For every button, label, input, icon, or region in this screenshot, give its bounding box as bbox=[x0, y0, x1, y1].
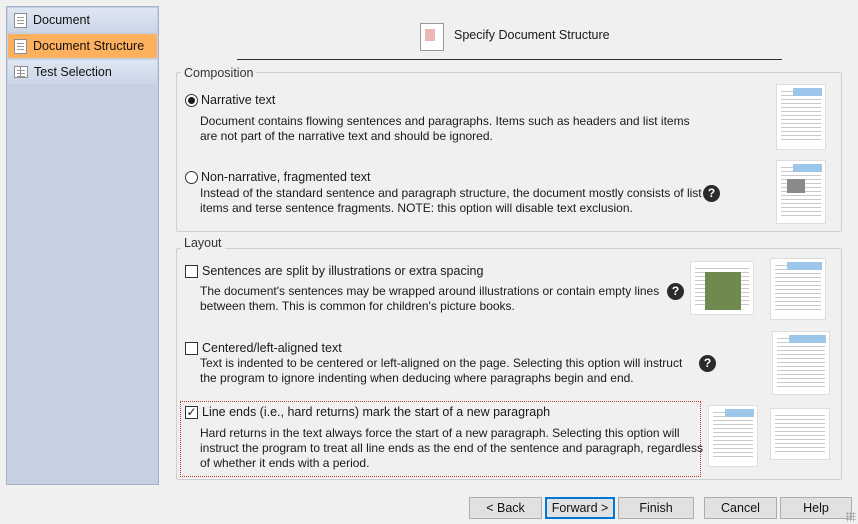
sentences-split-option[interactable]: Sentences are split by illustrations or … bbox=[185, 264, 483, 278]
description-line: the program to ignore indenting when ded… bbox=[200, 371, 634, 385]
narrative-text-description: Document contains flowing sentences and … bbox=[200, 114, 690, 144]
centered-text-label: Centered/left-aligned text bbox=[202, 341, 342, 355]
sidebar-item-test-selection[interactable]: Test Selection bbox=[8, 60, 157, 84]
non-narrative-radio[interactable] bbox=[185, 170, 198, 184]
sentences-split-checkbox[interactable] bbox=[185, 264, 198, 278]
description-line: Document contains flowing sentences and … bbox=[200, 114, 690, 128]
highlight bbox=[725, 409, 754, 417]
cancel-button[interactable]: Cancel bbox=[704, 497, 777, 519]
sidebar-item-label: Test Selection bbox=[34, 65, 112, 79]
centered-text-checkbox[interactable] bbox=[185, 341, 198, 355]
finish-button[interactable]: Finish bbox=[618, 497, 694, 519]
layout-label: Layout bbox=[181, 236, 225, 250]
description-line: The document's sentences may be wrapped … bbox=[200, 284, 660, 298]
line-ends-label: Line ends (i.e., hard returns) mark the … bbox=[202, 405, 551, 419]
description-line: instruct the program to treat all line e… bbox=[200, 441, 703, 455]
line-ends-preview-b bbox=[770, 408, 830, 460]
back-button[interactable]: < Back bbox=[469, 497, 542, 519]
narrative-text-radio[interactable] bbox=[185, 93, 198, 107]
page-header: Specify Document Structure bbox=[237, 20, 782, 60]
document-structure-icon bbox=[14, 38, 27, 54]
centered-text-option[interactable]: Centered/left-aligned text bbox=[185, 341, 342, 355]
sentences-split-preview-a bbox=[690, 261, 754, 315]
help-button[interactable]: Help bbox=[780, 497, 852, 519]
non-narrative-option[interactable]: Non-narrative, fragmented text bbox=[185, 170, 371, 184]
centered-text-preview bbox=[772, 331, 830, 395]
sentences-split-preview-b bbox=[770, 258, 826, 320]
sentences-split-label: Sentences are split by illustrations or … bbox=[202, 264, 484, 278]
description-line: between them. This is common for childre… bbox=[200, 299, 515, 313]
sidebar-item-document[interactable]: Document bbox=[8, 8, 157, 32]
description-line: Instead of the standard sentence and par… bbox=[200, 186, 702, 200]
highlight bbox=[793, 88, 822, 96]
description-line: Text is indented to be centered or left-… bbox=[200, 356, 683, 370]
wizard-sidebar: Document Document Structure Test Selecti… bbox=[6, 6, 159, 485]
narrative-text-option[interactable]: Narrative text bbox=[185, 93, 275, 107]
description-line: Hard returns in the text always force th… bbox=[200, 426, 680, 440]
line-ends-option[interactable]: ✓ Line ends (i.e., hard returns) mark th… bbox=[185, 405, 550, 419]
page-title: Specify Document Structure bbox=[454, 28, 610, 42]
illustration bbox=[787, 179, 805, 193]
narrative-text-label: Narrative text bbox=[201, 93, 276, 107]
centered-text-description: Text is indented to be centered or left-… bbox=[200, 356, 682, 386]
sentences-split-description: The document's sentences may be wrapped … bbox=[200, 284, 659, 314]
highlight bbox=[787, 262, 822, 270]
highlight bbox=[793, 164, 822, 172]
book-icon bbox=[14, 66, 28, 78]
help-icon[interactable]: ? bbox=[667, 283, 684, 300]
line-ends-description: Hard returns in the text always force th… bbox=[200, 426, 703, 471]
sidebar-item-label: Document Structure bbox=[33, 39, 145, 53]
help-icon[interactable]: ? bbox=[703, 185, 720, 202]
non-narrative-description: Instead of the standard sentence and par… bbox=[200, 186, 702, 216]
document-icon bbox=[14, 12, 27, 28]
sidebar-item-label: Document bbox=[33, 13, 90, 27]
document-structure-icon bbox=[420, 23, 444, 51]
non-narrative-preview bbox=[776, 160, 826, 224]
sidebar-item-document-structure[interactable]: Document Structure bbox=[8, 34, 157, 58]
line-ends-preview-a bbox=[708, 405, 758, 467]
resize-grip-icon[interactable] bbox=[846, 512, 856, 522]
non-narrative-label: Non-narrative, fragmented text bbox=[201, 170, 371, 184]
composition-label: Composition bbox=[181, 66, 257, 80]
description-line: of whether it ends with a period. bbox=[200, 456, 370, 470]
line-ends-checkbox[interactable]: ✓ bbox=[185, 405, 198, 419]
help-icon[interactable]: ? bbox=[699, 355, 716, 372]
forward-button[interactable]: Forward > bbox=[545, 497, 615, 519]
description-line: items and terse sentence fragments. NOTE… bbox=[200, 201, 633, 215]
narrative-text-preview bbox=[776, 84, 826, 150]
highlight bbox=[789, 335, 826, 343]
illustration bbox=[705, 272, 741, 310]
description-line: are not part of the narrative text and s… bbox=[200, 129, 493, 143]
